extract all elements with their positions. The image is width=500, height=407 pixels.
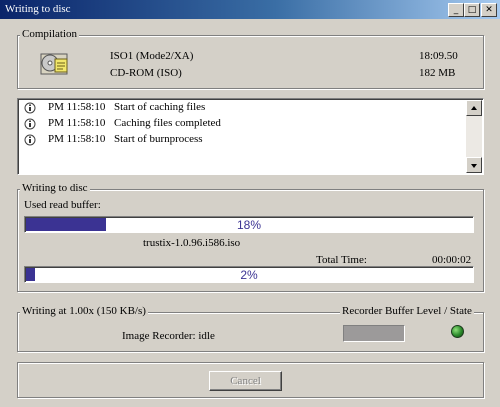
writing-dialog: Writing to disc _ □ ✕ Compilation ISO1 (… bbox=[0, 0, 500, 407]
log-message: Start of burnprocess bbox=[114, 133, 203, 145]
info-icon bbox=[24, 102, 36, 114]
recorder-status: Image Recorder: idle bbox=[122, 330, 215, 342]
buffer-label: Used read buffer: bbox=[24, 199, 101, 211]
window-title: Writing to disc bbox=[5, 3, 71, 15]
cancel-button[interactable]: Cancel bbox=[209, 371, 282, 391]
total-time-label: Total Time: bbox=[316, 254, 367, 266]
buffer-level-legend: Recorder Buffer Level / State bbox=[340, 305, 474, 317]
log-scrollbar[interactable] bbox=[466, 100, 482, 173]
log-time: PM 11:58:10 bbox=[48, 117, 106, 129]
compilation-legend: Compilation bbox=[20, 28, 79, 40]
speed-legend: Writing at 1.00x (150 KB/s) bbox=[20, 305, 148, 317]
read-buffer-progress: 18% bbox=[24, 216, 474, 233]
log-time: PM 11:58:10 bbox=[48, 101, 106, 113]
scroll-down-button[interactable] bbox=[466, 157, 482, 173]
compilation-duration: 18:09.50 bbox=[419, 50, 458, 62]
write-progress-percent: 2% bbox=[240, 268, 258, 282]
arrow-down-icon bbox=[471, 164, 477, 168]
compilation-group bbox=[17, 35, 484, 89]
compilation-size: 182 MB bbox=[419, 67, 456, 79]
recorder-group bbox=[17, 312, 484, 352]
read-buffer-percent: 18% bbox=[236, 218, 262, 232]
close-button[interactable]: ✕ bbox=[481, 3, 497, 17]
writing-legend: Writing to disc bbox=[20, 182, 90, 194]
file-name: trustix-1.0.96.i586.iso bbox=[143, 237, 241, 249]
scroll-up-button[interactable] bbox=[466, 100, 482, 116]
compilation-type: CD-ROM (ISO) bbox=[110, 67, 182, 79]
minimize-button[interactable]: _ bbox=[448, 3, 464, 17]
compilation-name: ISO1 (Mode2/XA) bbox=[110, 50, 194, 62]
log-message: Caching files completed bbox=[114, 117, 221, 129]
total-time-value: 00:00:02 bbox=[432, 254, 472, 266]
info-icon bbox=[24, 134, 36, 146]
recorder-state-icon bbox=[451, 325, 464, 338]
info-icon bbox=[24, 118, 36, 130]
log-time: PM 11:58:10 bbox=[48, 133, 106, 145]
recorder-buffer-level bbox=[343, 325, 405, 342]
write-progress: 2% bbox=[24, 266, 474, 283]
log-list[interactable]: PM 11:58:10 Start of caching files PM 11… bbox=[17, 98, 484, 175]
maximize-button[interactable]: □ bbox=[464, 3, 480, 17]
log-message: Start of caching files bbox=[114, 101, 206, 113]
title-bar[interactable]: Writing to disc _ □ ✕ bbox=[0, 0, 500, 19]
cd-compilation-icon bbox=[39, 48, 71, 78]
arrow-up-icon bbox=[471, 106, 477, 110]
